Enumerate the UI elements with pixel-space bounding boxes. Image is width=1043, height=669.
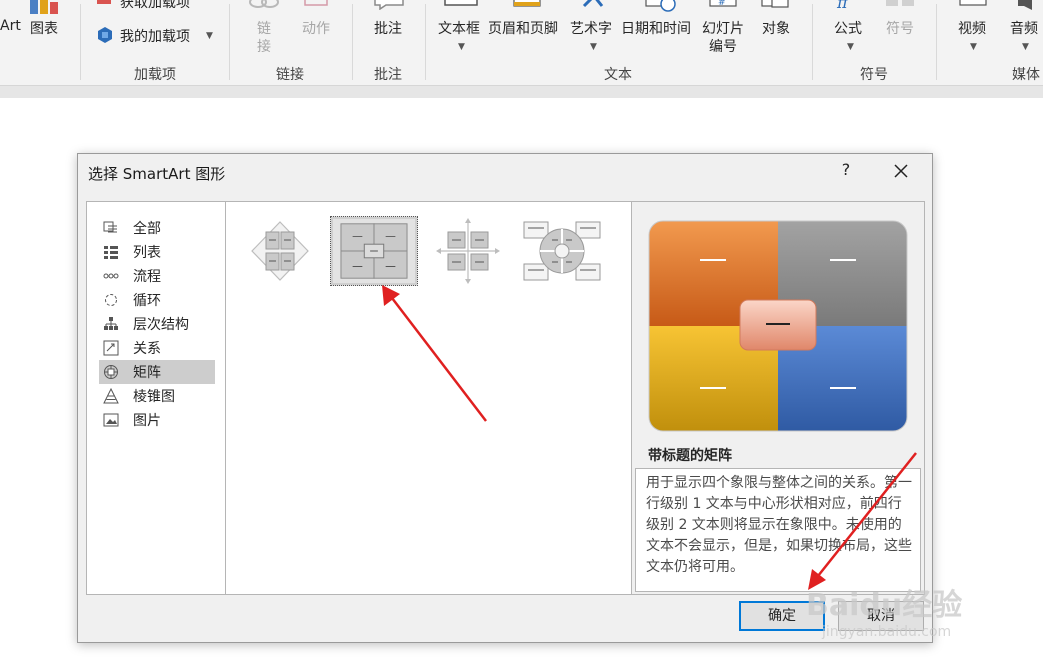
annotation-arrows	[382, 285, 917, 590]
watermark-logo: Baidu经验	[806, 588, 963, 623]
arrow-to-ok-button	[808, 452, 917, 590]
arrow-to-titled-matrix	[382, 285, 487, 422]
watermark-url: jingyan.baidu.com	[822, 624, 952, 640]
